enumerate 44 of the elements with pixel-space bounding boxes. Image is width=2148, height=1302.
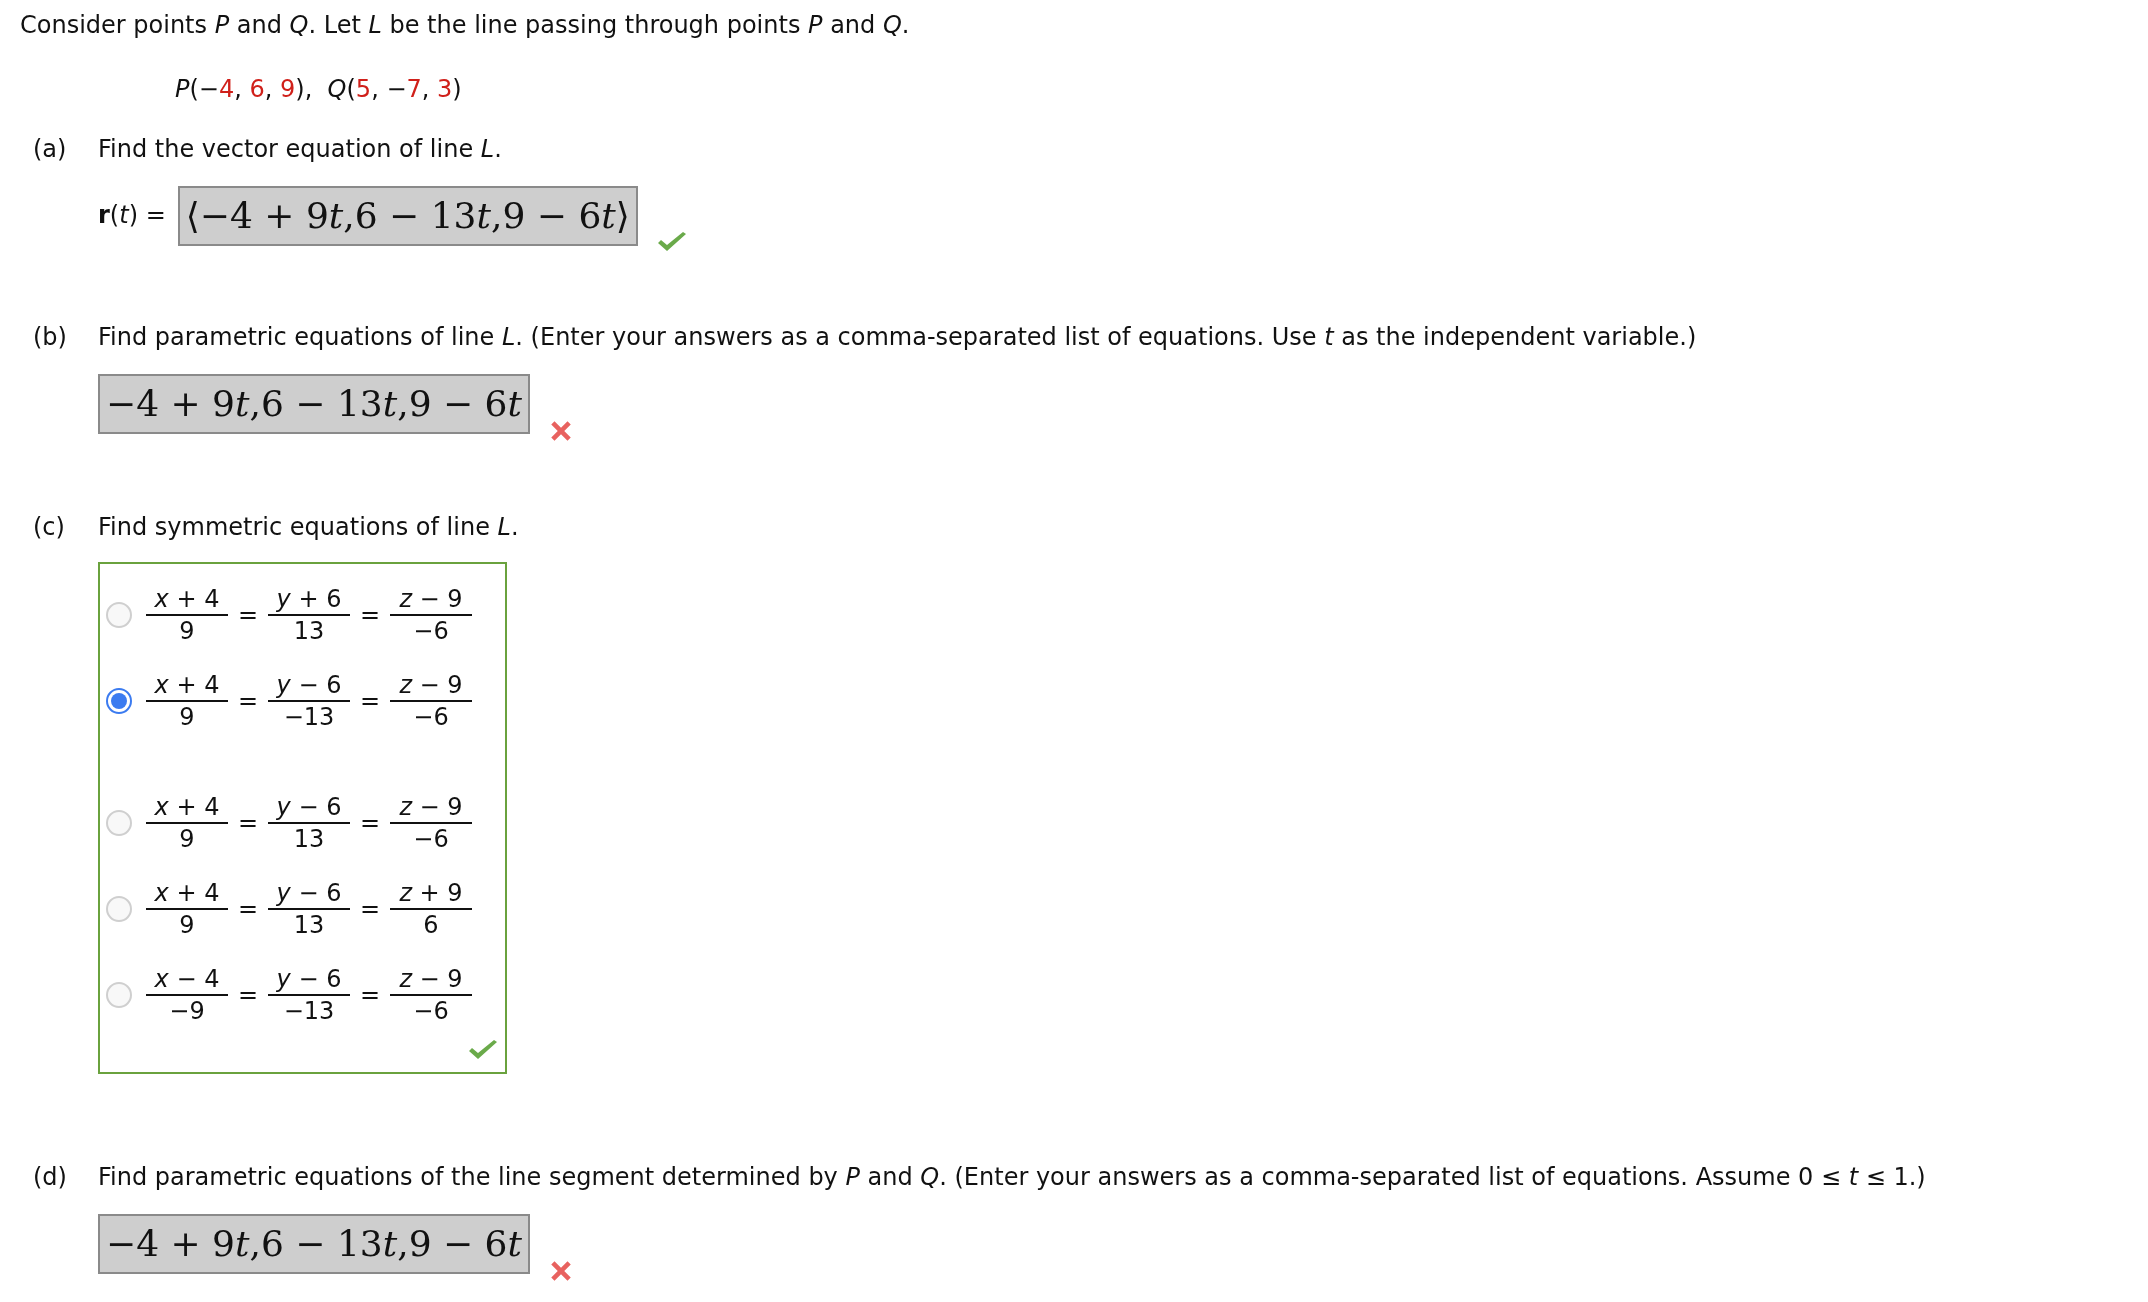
radio-button[interactable] xyxy=(106,810,132,836)
question-text: Find the vector equation of line L. xyxy=(98,134,502,165)
question-text: Find symmetric equations of line L. xyxy=(98,512,519,543)
vector-label: r(t) = xyxy=(98,200,166,231)
intro-text: Consider points P and Q. Let L be the line passing through points P and Q. xyxy=(20,10,911,41)
equals-sign: = xyxy=(236,980,260,1011)
equals-sign: = xyxy=(236,600,260,631)
points-text: P(−4, 6, 9), Q(5, −7, 3) xyxy=(175,74,463,105)
part-label: (c) xyxy=(32,512,66,543)
fraction: z − 9 −6 xyxy=(390,670,472,732)
answer-field[interactable]: −4 + 9t,6 − 13t,9 − 6t xyxy=(98,374,530,434)
fraction: y − 6 13 xyxy=(268,878,350,940)
equals-sign: = xyxy=(358,894,382,925)
fraction: z + 9 6 xyxy=(390,878,472,940)
fraction: y − 6 −13 xyxy=(268,670,350,732)
equals-sign: = xyxy=(236,808,260,839)
fraction: y − 6 13 xyxy=(268,792,350,854)
part-label: (b) xyxy=(32,322,68,353)
fraction: z − 9 −6 xyxy=(390,584,472,646)
fraction: x − 4 −9 xyxy=(146,964,228,1026)
fraction: x + 4 9 xyxy=(146,670,228,732)
fraction: z − 9 −6 xyxy=(390,964,472,1026)
equals-sign: = xyxy=(236,686,260,717)
fraction: z − 9 −6 xyxy=(390,792,472,854)
radio-button[interactable] xyxy=(106,602,132,628)
answer-field[interactable]: ⟨−4 + 9t,6 − 13t,9 − 6t⟩ xyxy=(177,186,638,246)
fraction: y − 6 −13 xyxy=(268,964,350,1026)
radio-button[interactable] xyxy=(106,896,132,922)
part-label: (a) xyxy=(32,134,68,165)
fraction: x + 4 9 xyxy=(146,792,228,854)
question-text: Find parametric equations of line L. (Enter your answers as a comma-separated list of equations. Use t as the independent variable.) xyxy=(98,322,1697,353)
question-text: Find parametric equations of the line segment determined by P and Q. (Enter your answers as a comma-separated list of equations. Assume 0 ≤ t ≤ 1.) xyxy=(98,1162,1926,1193)
equals-sign: = xyxy=(236,894,260,925)
equals-sign: = xyxy=(358,808,382,839)
radio-button[interactable] xyxy=(106,982,132,1008)
fraction: y + 6 13 xyxy=(268,584,350,646)
fraction: x + 4 9 xyxy=(146,584,228,646)
answer-field[interactable]: −4 + 9t,6 − 13t,9 − 6t xyxy=(98,1214,530,1274)
equals-sign: = xyxy=(358,686,382,717)
fraction: x + 4 9 xyxy=(146,878,228,940)
radio-button[interactable] xyxy=(106,688,132,714)
equals-sign: = xyxy=(358,600,382,631)
part-label: (d) xyxy=(32,1162,68,1193)
equals-sign: = xyxy=(358,980,382,1011)
